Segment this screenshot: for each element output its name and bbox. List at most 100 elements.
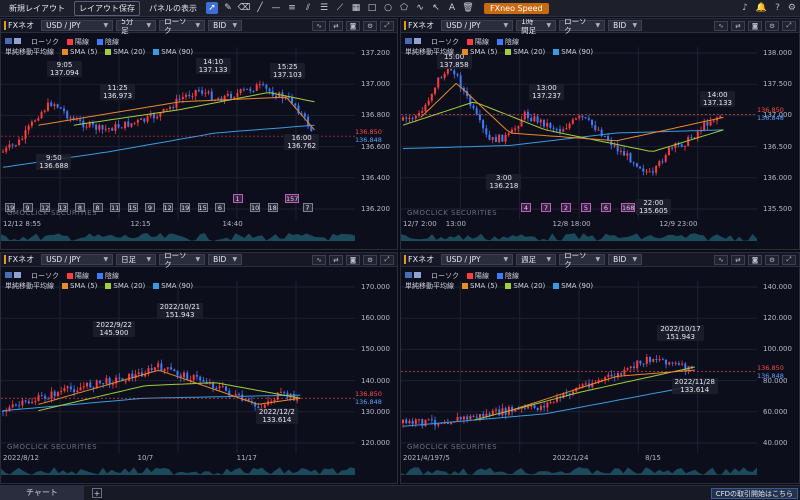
event-marker[interactable]: 157 [285,194,299,203]
legend-expand-icon[interactable] [14,272,21,278]
event-marker[interactable]: 4 [521,203,531,212]
cfd-link[interactable]: CFDの取引開始はこちら [710,487,798,499]
settings-icon[interactable]: ⚙ [765,20,779,31]
chart-panel[interactable]: FXネオ USD / JPY ▼ 1時間足 ▼ ローソク ▼ BID ▼ ∿ ⇄ ◙ ⚙… [400,18,800,250]
camera-icon[interactable]: ◙ [346,254,360,265]
show-panel-button[interactable]: パネルの表示 [144,1,202,16]
tab-chart[interactable]: チャート [0,486,84,500]
compare-icon[interactable]: ⇄ [731,20,745,31]
symbol-select[interactable]: USD / JPY ▼ [41,254,114,265]
indicator-icon[interactable]: ∿ [312,20,326,31]
event-marker[interactable]: 5 [581,203,591,212]
period-select[interactable]: 1時間足 ▼ [516,19,557,35]
fan-icon[interactable]: ⟋ [334,2,346,14]
symbol-select[interactable]: USD / JPY ▼ [441,254,514,265]
indicator-icon[interactable]: ∿ [714,20,728,31]
candle-body [82,386,85,388]
bid-ask-select[interactable]: BID ▼ [208,20,243,31]
compare-icon[interactable]: ⇄ [731,254,745,265]
event-marker[interactable]: 1 [232,194,243,203]
compare-icon[interactable]: ⇄ [329,254,343,265]
event-marker[interactable]: 6 [215,203,225,212]
bid-ask-select[interactable]: BID ▼ [608,20,643,31]
period-select[interactable]: 日足 ▼ [116,254,157,265]
legend-expand-icon[interactable] [414,38,421,44]
event-marker[interactable]: 15 [197,203,208,212]
chart-type-select[interactable]: ローソク ▼ [559,253,606,269]
chart-panel[interactable]: FXネオ USD / JPY ▼ 週足 ▼ ローソク ▼ BID ▼ ∿ ⇄ ◙ ⚙ ⤢… [400,252,800,484]
circle-icon[interactable]: ○ [382,2,394,14]
event-marker[interactable]: 7 [541,203,551,212]
indicator-icon[interactable]: ∿ [714,254,728,265]
text-icon[interactable]: A [446,2,458,14]
event-marker[interactable]: 2 [561,203,571,212]
legend-expand-icon[interactable] [14,38,21,44]
bid-ask-select[interactable]: BID ▼ [208,254,243,265]
legend-toggle-icon[interactable] [5,38,12,44]
pentagon-icon[interactable]: ⬠ [398,2,410,14]
symbol-select[interactable]: USD / JPY ▼ [41,20,114,31]
hline-icon[interactable]: — [270,2,282,14]
event-marker[interactable]: 11 [110,203,120,212]
settings-icon[interactable]: ⚙ [363,20,377,31]
event-marker[interactable]: 10 [250,203,260,212]
symbol-select[interactable]: USD / JPY ▼ [441,20,514,31]
settings-icon[interactable]: ⚙ [363,254,377,265]
pen-icon[interactable]: ✎ [222,2,234,14]
legend-toggle-icon[interactable] [405,272,412,278]
event-marker[interactable]: 168 [621,203,635,212]
candlestick-chart[interactable] [1,267,398,453]
maximize-icon[interactable]: ⤢ [782,20,796,31]
maximize-icon[interactable]: ⤢ [380,254,394,265]
period-select[interactable]: 5分足 ▼ [116,19,157,35]
sound-icon[interactable]: ♪ [742,3,748,13]
camera-icon[interactable]: ◙ [748,254,762,265]
maximize-icon[interactable]: ⤢ [380,20,394,31]
rect-icon[interactable]: □ [366,2,378,14]
polyline-icon[interactable]: ∿ [414,2,426,14]
channel-icon[interactable]: ⫽ [302,2,314,14]
event-marker[interactable]: 19 [180,203,190,212]
candlestick-chart[interactable] [401,267,800,453]
cursor-icon[interactable]: ➚ [206,2,218,14]
event-marker[interactable]: 7 [302,203,313,212]
help-icon[interactable]: ? [775,3,780,13]
trash-icon[interactable]: 🗑 [462,2,474,14]
symbol-label: USD / JPY [46,21,81,30]
settings-icon[interactable]: ⚙ [765,254,779,265]
maximize-icon[interactable]: ⤢ [782,254,796,265]
camera-icon[interactable]: ◙ [748,20,762,31]
period-select[interactable]: 週足 ▼ [516,254,557,265]
add-tab-button[interactable]: + [91,488,102,498]
chart-type-select[interactable]: ローソク ▼ [559,19,606,35]
new-layout-button[interactable]: 新規レイアウト [4,1,70,16]
arrow-icon[interactable]: ↖ [430,2,442,14]
chart-panel[interactable]: FXネオ USD / JPY ▼ 日足 ▼ ローソク ▼ BID ▼ ∿ ⇄ ◙ ⚙ ⤢… [0,252,398,484]
indicator-icon[interactable]: ∿ [312,254,326,265]
line-icon[interactable]: ╱ [254,2,266,14]
bid-ask-select[interactable]: BID ▼ [608,254,643,265]
eraser-icon[interactable]: ⌫ [238,2,251,14]
event-marker[interactable]: 9 [145,203,155,212]
chart-panel[interactable]: FXネオ USD / JPY ▼ 5分足 ▼ ローソク ▼ BID ▼ ∿ ⇄ ◙ ⚙ … [0,18,398,250]
candle-body [107,128,110,130]
event-marker[interactable]: 12 [162,203,173,212]
event-marker[interactable]: 15 [127,203,138,212]
fib-icon[interactable]: ☰ [318,2,330,14]
legend-expand-icon[interactable] [414,272,421,278]
bell-icon[interactable]: 🔔 [756,3,767,13]
legend-toggle-icon[interactable] [405,38,412,44]
event-marker[interactable]: 6 [601,203,611,212]
event-marker[interactable]: 18 [267,203,278,212]
chart-type-select[interactable]: ローソク ▼ [159,253,206,269]
hlines-icon[interactable]: ≡ [286,2,298,14]
camera-icon[interactable]: ◙ [346,20,360,31]
compare-icon[interactable]: ⇄ [329,20,343,31]
save-layout-button[interactable]: レイアウト保存 [74,0,140,16]
candle-body [491,137,494,140]
legend-toggle-icon[interactable] [5,272,12,278]
grid-icon[interactable]: ▦ [350,2,362,14]
gear-icon[interactable]: ⚙ [788,3,796,13]
chart-type-select[interactable]: ローソク ▼ [159,19,206,35]
fxneo-speed-button[interactable]: FXneo Speed [484,2,549,14]
